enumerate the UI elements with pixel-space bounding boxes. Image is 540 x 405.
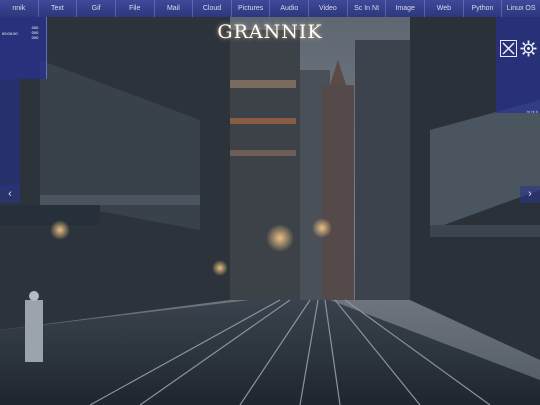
nav-item-grannik[interactable]: nnik (0, 0, 39, 17)
counter-line-3: 000 (31, 35, 39, 40)
nav-item-gif[interactable]: Gif (77, 0, 116, 17)
next-arrow-icon[interactable]: › (520, 186, 540, 203)
nav-item-cloud[interactable]: Cloud (193, 0, 232, 17)
nav-item-web[interactable]: Web (425, 0, 464, 17)
background-street-scene (0, 0, 540, 405)
left-side-strip (0, 79, 20, 189)
close-x-glyph (502, 42, 515, 55)
nav-item-image[interactable]: Image (386, 0, 426, 17)
nav-item-linux-os[interactable]: Linux OS (502, 0, 540, 17)
clock-readout: 00:00:00 (2, 31, 18, 36)
settings-gear-icon[interactable] (520, 40, 537, 57)
top-nav-bar: nnik Text Gif File Mail Cloud Pictures A… (0, 0, 540, 17)
site-logo: GRANNIK (217, 21, 323, 43)
right-panel-text: hr ht h (526, 109, 538, 114)
nav-item-pictures[interactable]: Pictures (231, 0, 271, 17)
settings-gear-glyph (520, 40, 537, 57)
prev-arrow-icon[interactable]: ‹ (0, 186, 20, 203)
nav-item-scinnt[interactable]: Sc In Nt (347, 0, 387, 17)
close-x-icon[interactable] (500, 40, 517, 57)
nav-item-audio[interactable]: Audio (270, 0, 310, 17)
nav-item-file[interactable]: File (115, 0, 155, 17)
nav-item-video[interactable]: Video (309, 0, 348, 17)
right-control-panel: hr ht h (496, 17, 540, 114)
counter-readout: 000 000 000 (29, 25, 41, 40)
nav-item-python[interactable]: Python (463, 0, 503, 17)
nav-item-text[interactable]: Text (38, 0, 78, 17)
left-info-panel: 00:00:00 000 000 000 (0, 17, 47, 79)
nav-item-mail[interactable]: Mail (154, 0, 194, 17)
